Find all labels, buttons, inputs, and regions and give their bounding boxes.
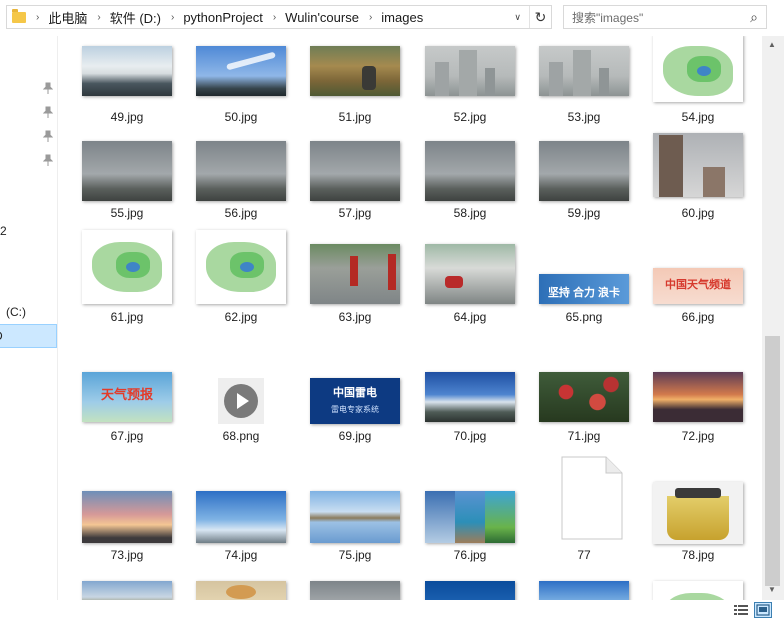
file-item[interactable] (641, 36, 755, 600)
breadcrumb: › 此电脑 › 软件 (D:) › pythonProject › Wulin'… (26, 6, 423, 28)
chevron-right-icon[interactable]: › (97, 12, 100, 23)
chevron-right-icon[interactable]: › (369, 12, 372, 23)
nav-item-partial-1[interactable]: 2 (0, 224, 7, 238)
scroll-up-icon[interactable]: ▲ (768, 40, 776, 49)
nav-item-drive-c[interactable]: (C:) (6, 305, 26, 319)
breadcrumb-images[interactable]: images (381, 10, 423, 25)
scrollbar-thumb[interactable] (765, 336, 780, 586)
search-placeholder: 搜索"images" (572, 10, 644, 25)
navigation-pane: 2 (C:) D (0, 36, 58, 600)
nav-item-drive-d-selected[interactable] (0, 324, 57, 348)
breadcrumb-pythonproject[interactable]: pythonProject (183, 10, 263, 25)
details-view-icon (734, 605, 748, 615)
pin-icon[interactable] (43, 82, 53, 94)
image-thumbnail (196, 581, 286, 600)
scroll-down-icon[interactable]: ▼ (768, 585, 776, 594)
pin-icon[interactable] (43, 106, 53, 118)
file-grid: 49.jpg 50.jpg 51.jpg 52.jpg 53.jpg 54.jpg 55.j… (58, 36, 762, 600)
refresh-button[interactable]: ↻ (529, 6, 551, 28)
large-icons-view-icon (756, 604, 770, 616)
search-input[interactable]: 搜索"images" ⌕ (563, 5, 767, 29)
address-toolbar: › 此电脑 › 软件 (D:) › pythonProject › Wulin'… (0, 0, 784, 36)
chevron-right-icon[interactable]: › (273, 12, 276, 23)
image-thumbnail (425, 581, 515, 600)
image-thumbnail (82, 581, 172, 600)
image-thumbnail (310, 581, 400, 600)
image-thumbnail (539, 581, 629, 600)
file-item[interactable] (298, 36, 412, 600)
folder-icon (12, 8, 26, 23)
large-icons-view-button[interactable] (754, 602, 772, 618)
pin-icon[interactable] (43, 154, 53, 166)
status-bar (0, 600, 784, 620)
file-item[interactable] (70, 36, 184, 600)
breadcrumb-drive-d[interactable]: 软件 (D:) (110, 8, 161, 27)
breadcrumb-this-pc[interactable]: 此电脑 (48, 8, 87, 27)
address-bar[interactable]: › 此电脑 › 软件 (D:) › pythonProject › Wulin'… (6, 5, 552, 29)
chevron-right-icon[interactable]: › (36, 12, 39, 23)
image-thumbnail (653, 581, 743, 600)
file-item[interactable] (184, 36, 298, 600)
file-item[interactable] (413, 36, 527, 600)
chevron-right-icon[interactable]: › (171, 12, 174, 23)
breadcrumb-wulin-course[interactable]: Wulin'course (285, 10, 359, 25)
pin-icon[interactable] (43, 130, 53, 142)
address-dropdown-icon[interactable]: ∨ (514, 12, 521, 23)
file-item[interactable] (527, 36, 641, 600)
search-icon[interactable]: ⌕ (750, 9, 758, 26)
details-view-button[interactable] (732, 602, 750, 618)
vertical-scrollbar[interactable]: ▲ ▼ (762, 36, 784, 600)
nav-item-drive-d[interactable]: D (0, 329, 3, 343)
